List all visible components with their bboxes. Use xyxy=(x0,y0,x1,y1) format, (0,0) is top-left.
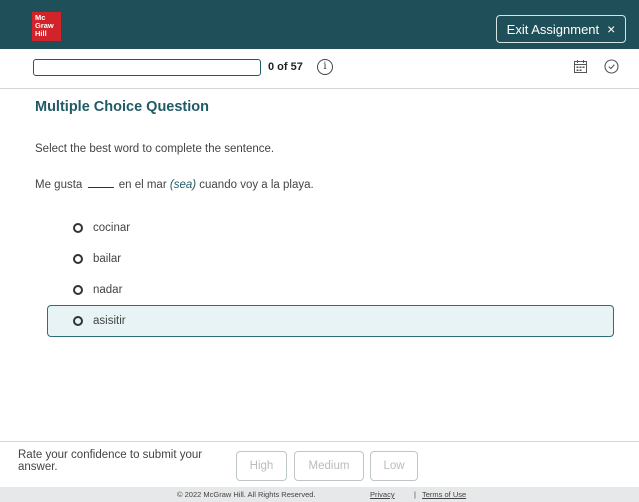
answer-option-label: asisitir xyxy=(93,315,126,327)
sentence-end: cuando voy a la playa. xyxy=(199,179,314,191)
info-icon[interactable]: i xyxy=(317,59,333,75)
progress-row: 0 of 57 i xyxy=(0,49,639,89)
confidence-medium-button[interactable]: Medium xyxy=(294,451,364,481)
exit-assignment-label: Exit Assignment xyxy=(506,21,600,37)
answer-option-label: nadar xyxy=(93,284,123,296)
sentence-start: Me gusta xyxy=(35,179,83,191)
top-bar: Mc Graw Hill Exit Assignment × xyxy=(0,0,639,49)
answer-option[interactable]: bailar xyxy=(47,244,614,274)
confidence-low-button[interactable]: Low xyxy=(370,451,418,481)
answer-blank xyxy=(87,178,114,188)
answer-option[interactable]: nadar xyxy=(47,275,614,305)
question-type-title: Multiple Choice Question xyxy=(35,99,210,115)
progress-count: 0 of 57 xyxy=(268,61,303,73)
close-icon: × xyxy=(607,21,616,37)
clock-icon[interactable] xyxy=(604,59,619,74)
logo-line-3: Hill xyxy=(35,29,47,38)
copyright-bar: © 2022 McGraw Hill. All Rights Reserved.… xyxy=(0,487,639,502)
answer-option-selected[interactable]: asisitir xyxy=(47,305,614,337)
answer-option[interactable]: cocinar xyxy=(47,213,614,243)
privacy-link[interactable]: Privacy xyxy=(370,490,395,499)
exit-assignment-button[interactable]: Exit Assignment × xyxy=(496,15,626,43)
footer-separator: | xyxy=(414,490,416,499)
question-sentence: Me gusta en el mar (sea) cuando voy a la… xyxy=(35,178,314,191)
answer-option-label: bailar xyxy=(93,253,122,265)
confidence-footer: Rate your confidence to submit your answ… xyxy=(0,441,639,487)
copyright-text: © 2022 McGraw Hill. All Rights Reserved. xyxy=(177,490,316,499)
radio-icon[interactable] xyxy=(73,316,83,326)
radio-icon[interactable] xyxy=(73,223,83,233)
calendar-icon[interactable] xyxy=(574,60,587,73)
radio-icon[interactable] xyxy=(73,285,83,295)
progress-bar xyxy=(33,59,261,76)
sentence-middle: en el mar xyxy=(118,179,167,191)
question-instruction: Select the best word to complete the sen… xyxy=(35,143,275,155)
mcgraw-hill-logo: Mc Graw Hill xyxy=(32,12,61,41)
sentence-hint: (sea) xyxy=(169,179,197,191)
answer-option-label: cocinar xyxy=(93,222,131,234)
confidence-prompt: Rate your confidence to submit your answ… xyxy=(18,449,203,473)
confidence-high-button[interactable]: High xyxy=(236,451,287,481)
radio-icon[interactable] xyxy=(73,254,83,264)
terms-of-use-link[interactable]: Terms of Use xyxy=(422,490,466,499)
